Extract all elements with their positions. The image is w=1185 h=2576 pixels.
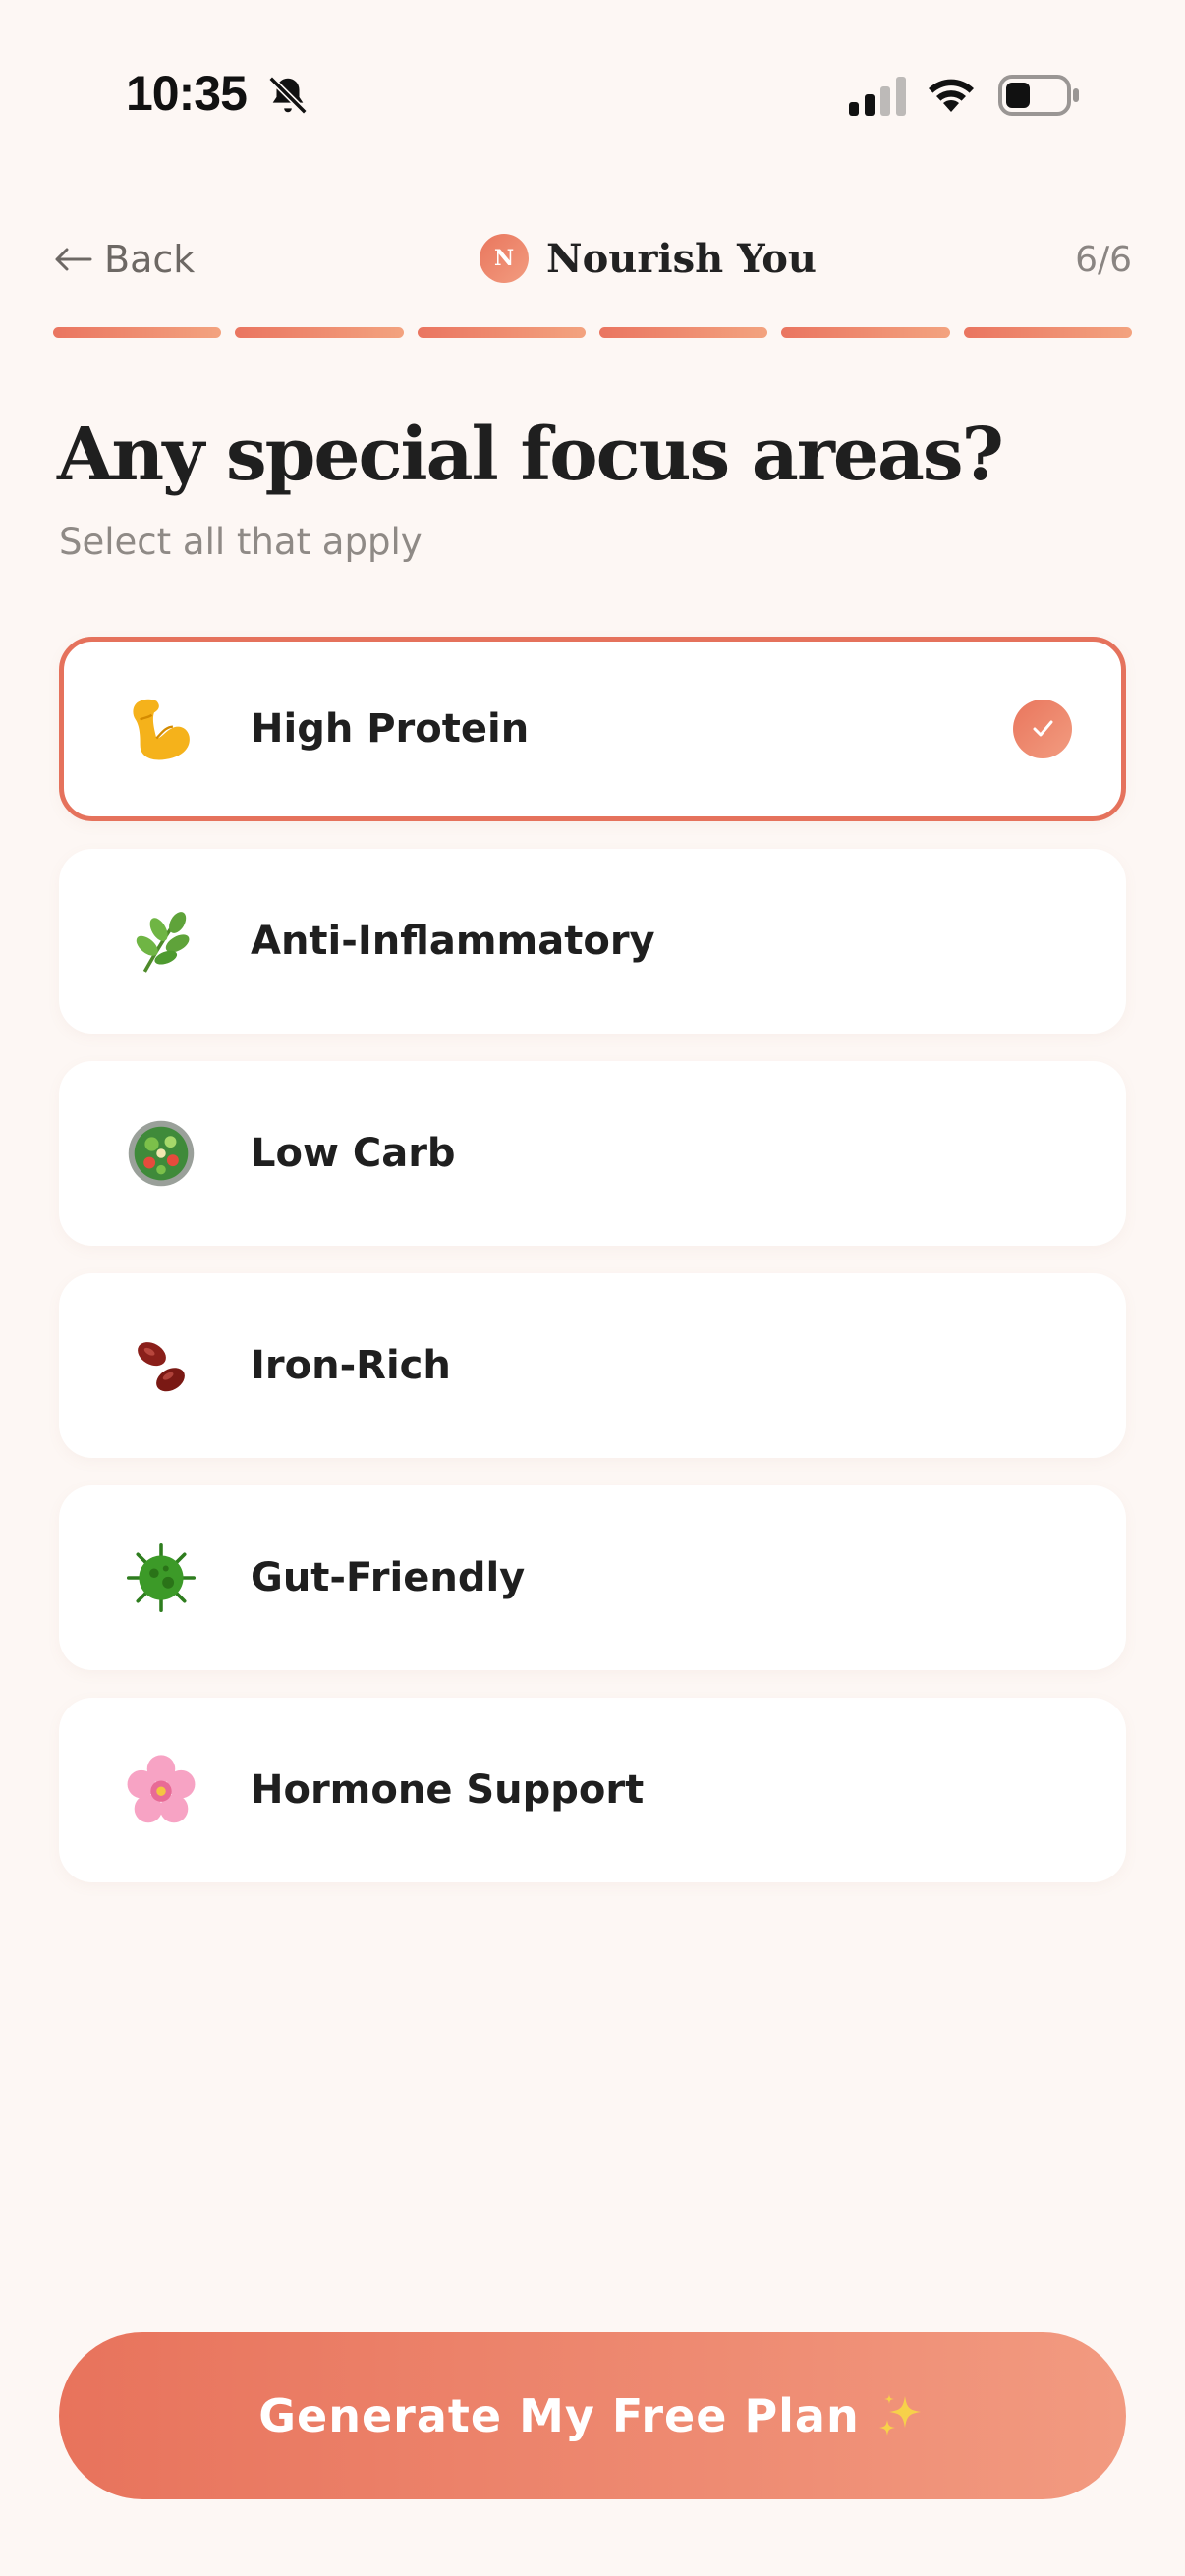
option-gut-friendly[interactable]: Gut-Friendly [59, 1485, 1126, 1670]
progress-segment [53, 327, 222, 338]
progress-segment [963, 327, 1132, 338]
progress-segment [598, 327, 768, 338]
bell-off-icon [268, 76, 308, 115]
arrow-left-icon [55, 248, 92, 271]
checkmark-icon [1013, 700, 1072, 758]
microbe-icon [126, 1542, 197, 1613]
generate-plan-label: Generate My Free Plan [258, 2389, 860, 2442]
beans-icon [138, 1342, 185, 1392]
option-label: Iron-Rich [251, 1343, 451, 1388]
herb-icon [136, 912, 190, 973]
cherry-blossom-icon [127, 1755, 196, 1823]
option-low-carb[interactable]: Low Carb [59, 1061, 1126, 1246]
back-button[interactable]: Back [53, 238, 195, 281]
option-label: Hormone Support [251, 1767, 645, 1813]
option-iron-rich[interactable]: Iron-Rich [59, 1273, 1126, 1458]
brand-logo: N [480, 234, 529, 283]
status-bar: 10:35 [0, 0, 1185, 196]
back-label: Back [104, 238, 196, 281]
option-hormone-support[interactable]: Hormone Support [59, 1698, 1126, 1882]
salad-bowl-icon [128, 1120, 195, 1187]
brand: N Nourish You [480, 234, 817, 283]
option-anti-inflammatory[interactable]: Anti-Inflammatory [59, 849, 1126, 1034]
option-high-protein[interactable]: High Protein [59, 637, 1126, 821]
option-label: Low Carb [251, 1131, 456, 1176]
progress-bar [53, 327, 1132, 338]
option-label: High Protein [251, 706, 530, 752]
option-label: Anti-Inflammatory [251, 919, 655, 964]
page-subtitle: Select all that apply [59, 521, 423, 563]
battery-icon [998, 75, 1079, 116]
status-time: 10:35 [126, 66, 248, 121]
focus-options-list: High Protein Anti-Inflammatory Low Carb … [59, 637, 1126, 1910]
step-counter: 6/6 [1075, 240, 1132, 280]
page-title: Any special focus areas? [57, 413, 1004, 497]
option-label: Gut-Friendly [251, 1555, 526, 1600]
progress-segment [781, 327, 950, 338]
progress-segment [235, 327, 404, 338]
cellular-signal-icon [849, 77, 906, 116]
sparkles-icon [878, 2394, 921, 2436]
header: Back N Nourish You 6/6 [0, 216, 1185, 305]
wifi-icon [929, 79, 974, 112]
progress-segment [417, 327, 586, 338]
flexed-biceps-icon [133, 699, 190, 760]
onboarding-screen: 10:35 Back N Nourish You 6/6 Any special… [0, 0, 1185, 2576]
brand-name: Nourish You [546, 235, 817, 282]
generate-plan-button[interactable]: Generate My Free Plan [59, 2332, 1126, 2499]
